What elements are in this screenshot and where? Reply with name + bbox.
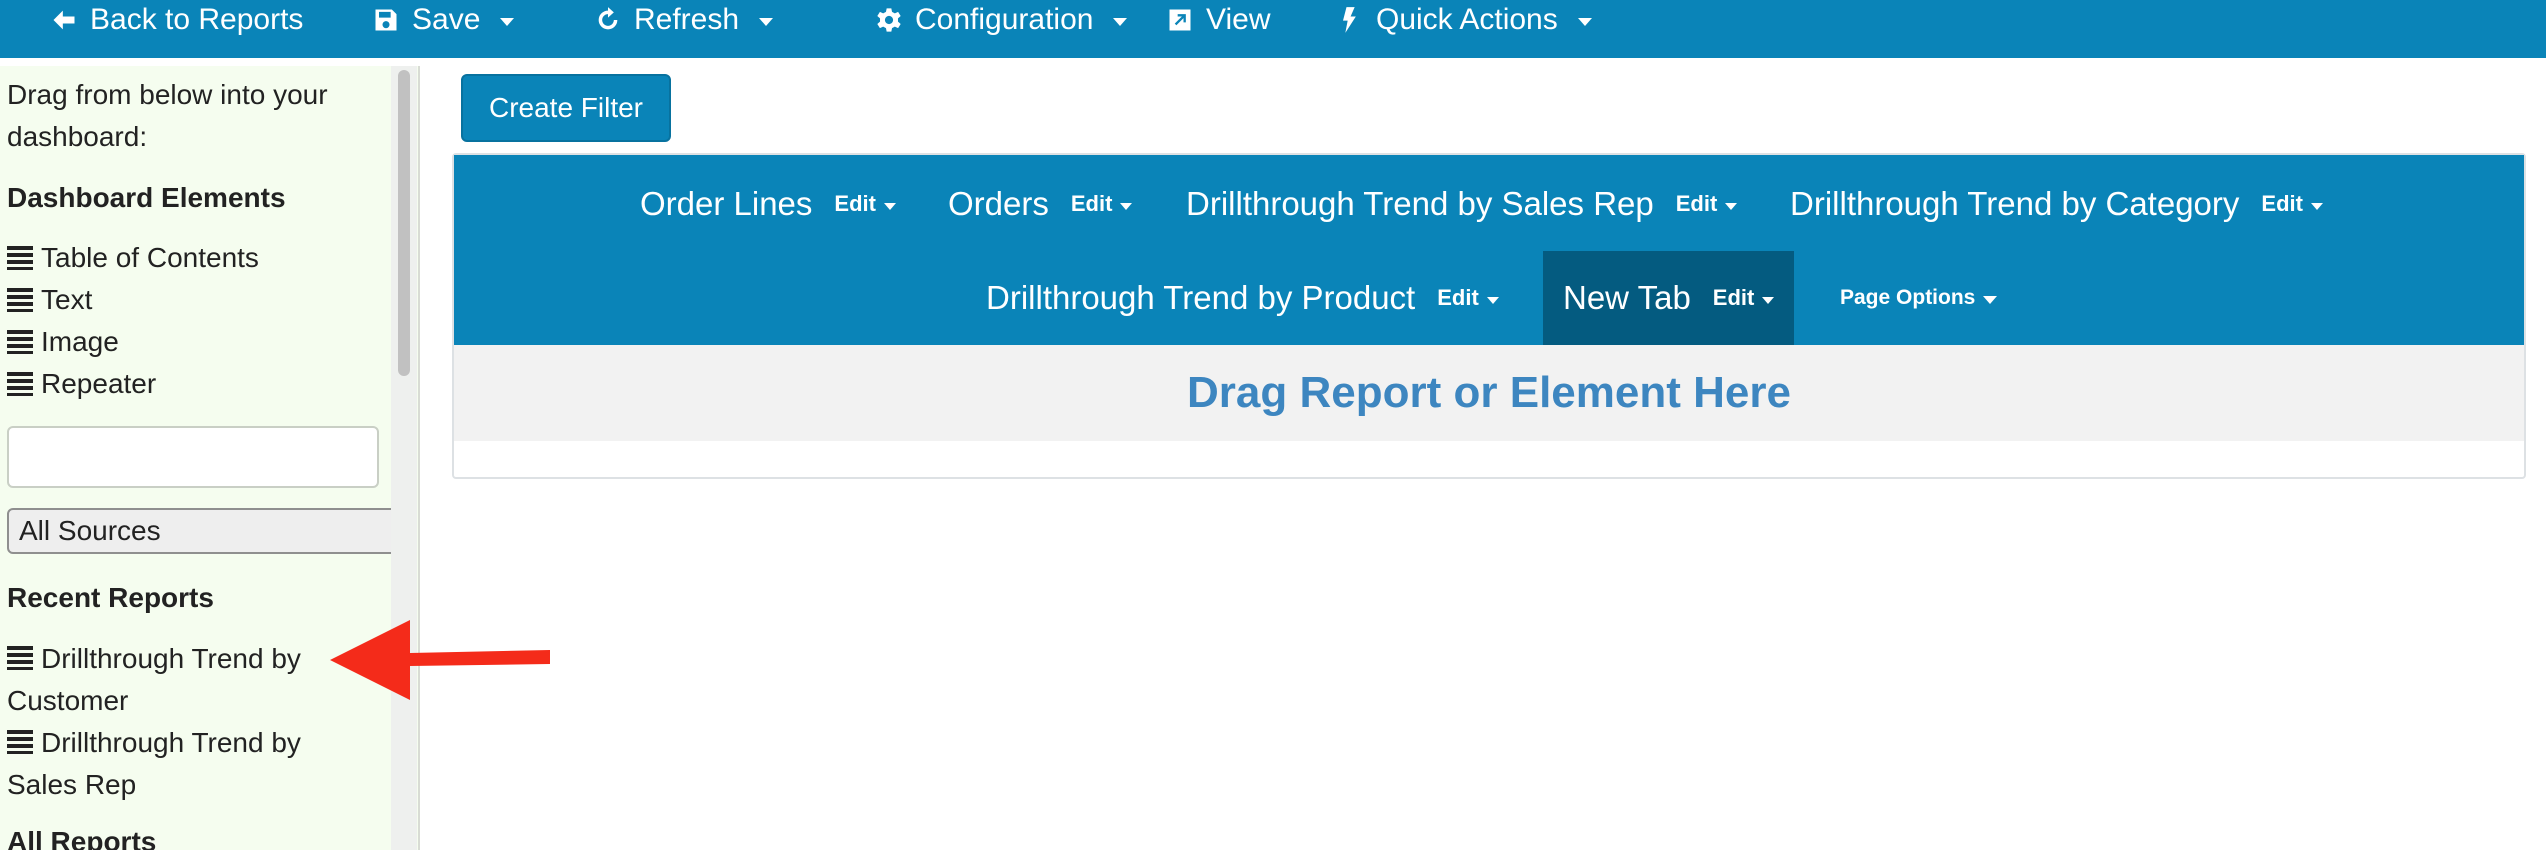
list-icon (7, 646, 33, 670)
report-label: Drillthrough Trend by (41, 727, 301, 758)
view-button[interactable]: View (1166, 0, 1270, 40)
lightning-icon (1343, 7, 1356, 33)
save-button[interactable]: Save (372, 0, 515, 40)
chevron-down-icon (1762, 296, 1775, 304)
tab-edit-menu[interactable]: Edit (2261, 191, 2323, 217)
element-label: Text (41, 284, 93, 315)
element-label: Image (41, 326, 119, 357)
refresh-icon (598, 7, 618, 30)
tab-bar: Order Lines Edit Orders Edit Drillthroug… (454, 155, 2524, 345)
back-to-reports-label: Back to Reports (90, 3, 304, 36)
tab-edit-label: Edit (1675, 191, 1718, 216)
configuration-label: Configuration (915, 3, 1094, 36)
save-label: Save (412, 3, 481, 36)
external-link-icon (1169, 9, 1191, 31)
drop-zone[interactable]: Drag Report or Element Here (454, 345, 2524, 441)
tab-edit-label: Edit (1712, 285, 1755, 310)
dashboard-elements-heading: Dashboard Elements (7, 182, 286, 213)
page-options-label: Page Options (1840, 286, 1976, 309)
create-filter-button[interactable]: Create Filter (461, 74, 671, 142)
element-repeater[interactable]: Repeater (7, 368, 156, 400)
recent-report-item[interactable]: Drillthrough Trend by Sales Rep (7, 722, 367, 806)
refresh-button[interactable]: Refresh (594, 0, 774, 40)
configuration-button[interactable]: Configuration (875, 0, 1128, 40)
chevron-down-icon (759, 18, 774, 26)
quick-actions-label: Quick Actions (1376, 3, 1558, 36)
recent-report-item[interactable]: Drillthrough Trend by Customer (7, 638, 367, 722)
tab-label: Order Lines (640, 185, 813, 222)
report-search-input[interactable] (7, 426, 379, 488)
tab-edit-menu[interactable]: Edit (834, 191, 896, 217)
chevron-down-icon (1113, 18, 1128, 26)
sidebar: Drag from below into your dashboard: Das… (0, 66, 420, 850)
chevron-down-icon (1577, 18, 1592, 26)
source-select[interactable]: All Sources (7, 508, 407, 554)
top-toolbar: Back to Reports Save Refresh Configurati… (0, 0, 2546, 58)
tab-edit-menu[interactable]: Edit (1437, 285, 1499, 311)
list-icon (7, 288, 33, 312)
chevron-down-icon (1120, 202, 1133, 210)
sidebar-instructions-line: dashboard: (7, 121, 148, 152)
tab-edit-label: Edit (1437, 285, 1479, 310)
report-label: Sales Rep (7, 769, 137, 800)
scrollbar-thumb[interactable] (398, 70, 410, 376)
tab-edit-menu[interactable]: Edit (1676, 191, 1738, 217)
view-label: View (1206, 3, 1271, 36)
tab-edit-menu[interactable]: Edit (1713, 285, 1775, 311)
list-icon (7, 730, 33, 754)
quick-actions-button[interactable]: Quick Actions (1336, 0, 1592, 40)
save-icon (375, 9, 397, 31)
tab-orders[interactable]: Orders Edit (948, 157, 1133, 251)
tab-label: Drillthrough Trend by Product (986, 279, 1416, 316)
sidebar-instructions-line: Drag from below into your (7, 79, 328, 110)
page-options-menu[interactable]: Page Options (1840, 251, 1998, 345)
tab-drillthrough-product[interactable]: Drillthrough Trend by Product Edit (986, 251, 1499, 345)
element-label: Table of Contents (41, 242, 259, 273)
recent-reports-heading: Recent Reports (7, 582, 214, 613)
tab-drillthrough-category[interactable]: Drillthrough Trend by Category Edit (1790, 157, 2323, 251)
list-icon (7, 330, 33, 354)
report-label: Customer (7, 685, 129, 716)
chevron-down-icon (500, 18, 515, 26)
tab-label: Drillthrough Trend by Sales Rep (1186, 185, 1654, 222)
element-table-of-contents[interactable]: Table of Contents (7, 242, 259, 274)
red-arrow-annotation (330, 620, 550, 700)
element-label: Repeater (41, 368, 157, 399)
chevron-down-icon (1983, 296, 1998, 304)
sidebar-instructions: Drag from below into your dashboard: (7, 74, 328, 158)
all-reports-heading: All Reports (7, 826, 157, 850)
back-to-reports-button[interactable]: Back to Reports (50, 0, 303, 40)
tab-label: Orders (948, 185, 1049, 222)
gear-icon (877, 8, 901, 32)
chevron-down-icon (883, 202, 896, 210)
tab-label: Drillthrough Trend by Category (1790, 185, 2240, 222)
report-label: Drillthrough Trend by (41, 643, 301, 674)
tab-edit-menu[interactable]: Edit (1071, 191, 1133, 217)
sidebar-scrollbar[interactable] (391, 66, 417, 850)
list-icon (7, 246, 33, 270)
chevron-down-icon (2310, 202, 2323, 210)
drop-zone-label: Drag Report or Element Here (1187, 368, 1791, 417)
arrow-left-icon (53, 10, 75, 30)
tab-new-tab[interactable]: New Tab Edit (1543, 251, 1795, 345)
element-image[interactable]: Image (7, 326, 119, 358)
source-select-value: All Sources (19, 515, 161, 546)
list-icon (7, 372, 33, 396)
element-text[interactable]: Text (7, 284, 92, 316)
tab-label: New Tab (1563, 279, 1691, 316)
dashboard-panel: Order Lines Edit Orders Edit Drillthroug… (452, 153, 2526, 479)
tab-edit-label: Edit (2261, 191, 2303, 216)
tab-edit-label: Edit (1070, 191, 1113, 216)
tab-edit-label: Edit (834, 191, 876, 216)
tab-order-lines[interactable]: Order Lines Edit (640, 157, 896, 251)
chevron-down-icon (1486, 296, 1499, 304)
tab-drillthrough-sales-rep[interactable]: Drillthrough Trend by Sales Rep Edit (1186, 157, 1738, 251)
refresh-label: Refresh (634, 3, 740, 36)
chevron-down-icon (1725, 202, 1738, 210)
